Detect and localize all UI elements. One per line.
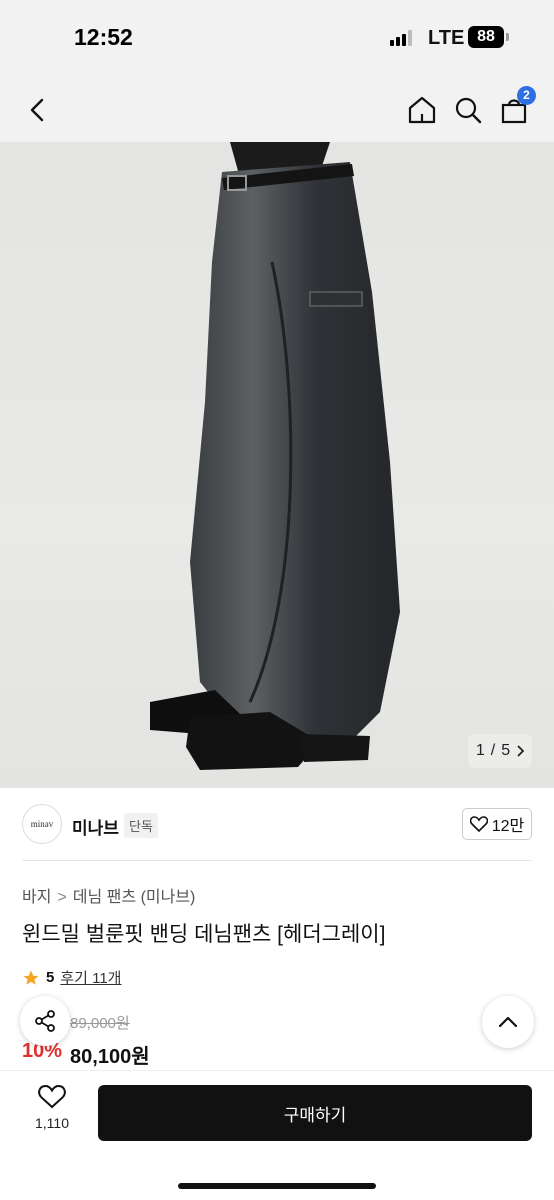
home-icon xyxy=(408,96,436,124)
buy-button[interactable]: 구매하기 xyxy=(98,1085,532,1141)
signal-icon xyxy=(390,30,416,46)
rating-row: 5 후기 11개 xyxy=(22,967,121,988)
battery-tip xyxy=(506,33,509,41)
battery-icon: 88 xyxy=(468,26,504,48)
product-title: 윈드밀 벌룬핏 밴딩 데님팬츠 [헤더그레이] xyxy=(22,923,386,946)
status-bar: 12:52 LTE 88 xyxy=(0,0,554,78)
product-image[interactable]: 1 / 5 xyxy=(0,142,554,788)
breadcrumb-subcategory[interactable]: 데님 팬츠 (미나브) xyxy=(73,889,196,906)
bottom-action-bar: 1,110 구매하기 xyxy=(0,1070,554,1200)
wishlist-count: 1,110 xyxy=(35,1115,69,1131)
brand-like-button[interactable]: 12만 xyxy=(462,808,532,840)
brand-like-count: 12만 xyxy=(491,818,525,835)
chevron-right-icon xyxy=(517,745,525,757)
image-counter-sep: / xyxy=(490,742,496,759)
brand-row: minav 미나브 단독 12만 xyxy=(0,800,554,848)
brand-name[interactable]: 미나브 xyxy=(72,814,119,839)
status-time: 12:52 xyxy=(74,24,133,50)
search-icon xyxy=(455,97,482,124)
share-button[interactable] xyxy=(20,996,70,1046)
sale-price: 80,100원 xyxy=(70,1046,150,1068)
exclusive-tag: 단독 xyxy=(124,813,158,838)
star-icon xyxy=(23,970,39,985)
home-indicator xyxy=(178,1183,376,1189)
share-icon xyxy=(35,1010,55,1032)
breadcrumb-category[interactable]: 바지 xyxy=(22,889,51,906)
scroll-top-button[interactable] xyxy=(482,996,534,1048)
breadcrumb: 바지 > 데님 팬츠 (미나브) xyxy=(22,883,195,907)
cart-button[interactable]: 2 xyxy=(496,86,536,128)
cart-count-badge: 2 xyxy=(517,86,536,105)
wishlist-button[interactable]: 1,110 xyxy=(28,1085,76,1131)
product-photo-jeans xyxy=(150,142,400,770)
breadcrumb-separator: > xyxy=(57,889,67,906)
image-counter[interactable]: 1 / 5 xyxy=(468,734,532,768)
back-button[interactable] xyxy=(20,92,56,128)
home-button[interactable] xyxy=(404,92,440,128)
nav-bar: 2 xyxy=(0,78,554,142)
original-price: 89,000원 xyxy=(70,1015,130,1032)
network-label: LTE xyxy=(428,27,465,49)
divider xyxy=(22,860,532,861)
chevron-up-icon xyxy=(498,1016,518,1028)
image-index: 1 xyxy=(475,742,485,759)
search-button[interactable] xyxy=(450,92,486,128)
brand-logo[interactable]: minav xyxy=(22,804,62,844)
heart-icon xyxy=(38,1085,66,1109)
heart-icon xyxy=(469,816,488,832)
review-link[interactable]: 후기 11개 xyxy=(60,967,121,988)
image-total: 5 xyxy=(501,742,511,759)
rating-score: 5 xyxy=(46,969,55,986)
chevron-left-icon xyxy=(30,98,44,122)
